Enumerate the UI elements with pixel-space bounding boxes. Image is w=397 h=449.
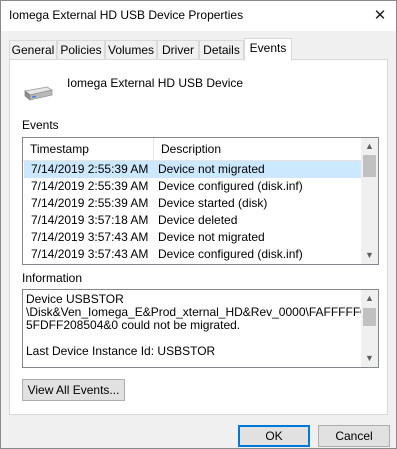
device-name: Iomega External HD USB Device <box>67 76 244 90</box>
column-header-timestamp[interactable]: Timestamp <box>23 138 153 160</box>
tab-policies[interactable]: Policies <box>57 40 105 59</box>
tab-driver[interactable]: Driver <box>157 40 199 59</box>
cancel-button[interactable]: Cancel <box>318 425 390 447</box>
column-header-description[interactable]: Description <box>154 138 354 160</box>
info-line: Last Device Instance Id: USBSTOR <box>26 344 216 358</box>
tab-general[interactable]: General <box>9 40 57 59</box>
event-timestamp: 7/14/2019 2:55:39 AM <box>31 162 149 176</box>
scroll-down-icon[interactable]: ▼ <box>361 350 378 367</box>
event-timestamp: 7/14/2019 3:57:43 AM <box>31 247 149 261</box>
close-icon[interactable]: ✕ <box>364 1 396 31</box>
scroll-down-icon[interactable]: ▼ <box>361 247 378 264</box>
information-label: Information <box>22 271 83 285</box>
information-scrollbar[interactable]: ▲ ▼ <box>361 290 378 367</box>
title-bar: Iomega External HD USB Device Properties… <box>1 1 396 31</box>
drive-icon <box>24 86 53 101</box>
info-line: 5FDFF208504&0 could not be migrated. <box>26 318 241 332</box>
event-row[interactable]: 7/14/2019 3:57:18 AM Device deleted <box>24 212 361 229</box>
event-row[interactable]: 7/14/2019 2:55:39 AM Device configured (… <box>24 178 361 195</box>
event-description: Device not migrated <box>158 230 265 244</box>
event-row[interactable]: 7/14/2019 2:55:39 AM Device not migrated <box>24 161 361 178</box>
events-label: Events <box>22 118 59 132</box>
event-description: Device configured (disk.inf) <box>158 179 303 193</box>
tab-events[interactable]: Events <box>244 38 292 61</box>
event-timestamp: 7/14/2019 3:57:43 AM <box>31 230 149 244</box>
events-list[interactable]: Timestamp Description 7/14/2019 2:55:39 … <box>22 137 379 265</box>
window-title: Iomega External HD USB Device Properties <box>9 8 244 22</box>
scroll-up-icon[interactable]: ▲ <box>361 138 378 155</box>
ok-button[interactable]: OK <box>238 425 310 447</box>
event-row[interactable]: 7/14/2019 3:57:43 AM Device configured (… <box>24 246 361 263</box>
information-textbox[interactable]: Device USBSTOR \Disk&Ven_Iomega_E&Prod_x… <box>22 289 379 368</box>
event-timestamp: 7/14/2019 2:55:39 AM <box>31 196 149 210</box>
scroll-up-icon[interactable]: ▲ <box>361 290 378 307</box>
scroll-thumb[interactable] <box>363 155 376 177</box>
event-description: Device configured (disk.inf) <box>158 247 303 261</box>
event-row[interactable]: 7/14/2019 2:55:39 AM Device started (dis… <box>24 195 361 212</box>
information-text: Device USBSTOR \Disk&Ven_Iomega_E&Prod_x… <box>26 293 378 358</box>
view-all-events-button[interactable]: View All Events... <box>22 379 125 401</box>
event-description: Device deleted <box>158 213 238 227</box>
event-description: Device started (disk) <box>158 196 268 210</box>
events-scrollbar[interactable]: ▲ ▼ <box>361 138 378 264</box>
scroll-thumb[interactable] <box>363 308 376 326</box>
event-timestamp: 7/14/2019 3:57:18 AM <box>31 213 149 227</box>
tab-details[interactable]: Details <box>199 40 244 59</box>
event-description: Device not migrated <box>158 162 265 176</box>
tab-volumes[interactable]: Volumes <box>105 40 157 59</box>
event-timestamp: 7/14/2019 2:55:39 AM <box>31 179 149 193</box>
properties-window: Iomega External HD USB Device Properties… <box>0 0 397 449</box>
events-list-header: Timestamp Description <box>23 138 363 161</box>
event-row[interactable]: 7/14/2019 3:57:43 AM Device not migrated <box>24 229 361 246</box>
